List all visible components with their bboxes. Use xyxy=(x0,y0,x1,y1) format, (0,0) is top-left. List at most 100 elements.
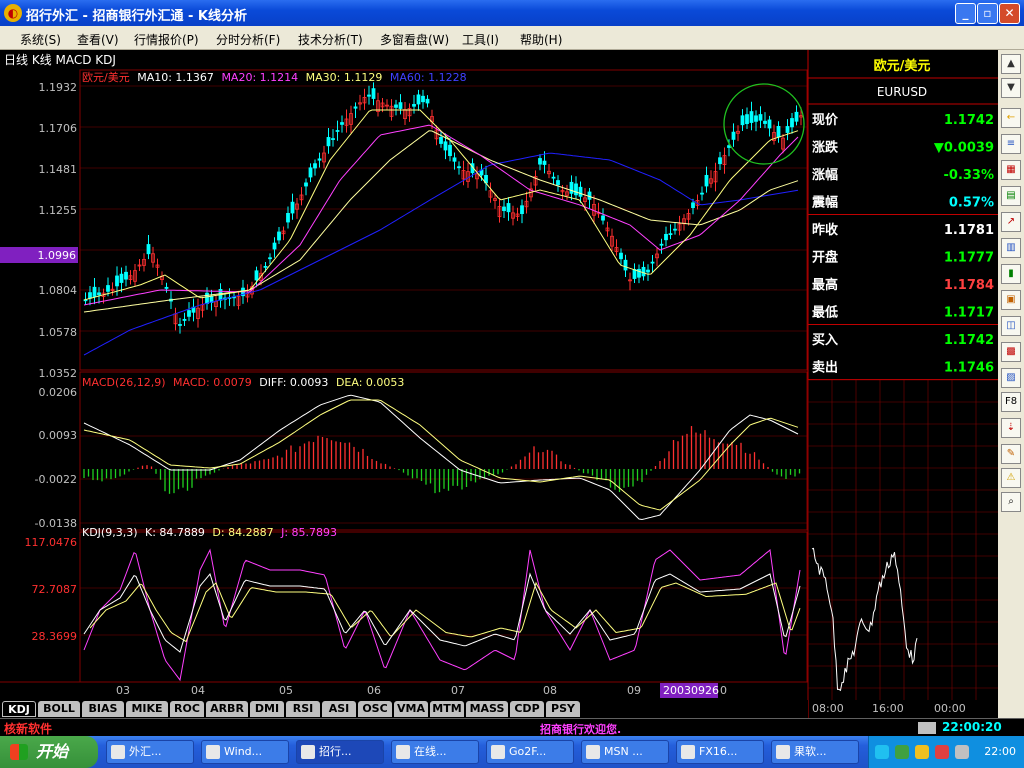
f8-key-icon[interactable]: F8 xyxy=(1001,392,1021,412)
menu-technical[interactable]: 技术分析(T) xyxy=(298,31,363,48)
tray-clock: 22:00 xyxy=(984,745,1016,758)
quote-value: 1.1717 xyxy=(944,306,994,321)
taskbar-item[interactable]: Go2F... xyxy=(486,740,574,764)
menu-tools[interactable]: 工具(I) xyxy=(462,31,499,48)
tab-vma[interactable]: VMA xyxy=(394,701,428,717)
candle-body xyxy=(290,201,295,214)
window-icon[interactable]: ▣ xyxy=(1001,290,1021,310)
candle-body xyxy=(146,244,151,255)
candle-body xyxy=(353,106,358,109)
candle-body xyxy=(619,252,623,260)
quote-value: ▼0.0039 xyxy=(934,141,994,156)
app-icon xyxy=(301,745,315,759)
maximize-button[interactable]: ▫ xyxy=(977,3,998,24)
quote-label: 开盘 xyxy=(812,250,838,266)
indicator-icon[interactable]: ▩ xyxy=(1001,342,1021,362)
taskbar-item[interactable]: Wind... xyxy=(201,740,289,764)
legend-diff: DIFF: 0.0093 xyxy=(259,376,328,389)
candle-body xyxy=(632,269,637,279)
quote-label: 震幅 xyxy=(811,195,838,211)
window-title: 招行外汇 - 招商银行外汇通 - K线分析 xyxy=(26,9,247,24)
report-icon[interactable]: ▤ xyxy=(1001,186,1021,206)
tray-volume-icon[interactable] xyxy=(955,745,969,759)
kline-icon[interactable]: ▥ xyxy=(1001,238,1021,258)
tab-mike[interactable]: MIKE xyxy=(126,701,168,717)
quote-value: 1.1781 xyxy=(944,223,994,238)
candle-body xyxy=(416,94,421,105)
tab-mass[interactable]: MASS xyxy=(466,701,508,717)
taskbar-item[interactable]: MSN ... xyxy=(581,740,669,764)
taskbar-item[interactable]: 果软... xyxy=(771,740,859,764)
quote-value: 1.1746 xyxy=(944,361,994,376)
kline-chart[interactable]: 日线 K线 MACD KDJ 欧元/美元 MA10: 1.1367 MA20: … xyxy=(0,50,998,718)
warning-icon[interactable]: ⚠ xyxy=(1001,468,1021,488)
candle-body xyxy=(668,233,673,236)
back-arrow-icon[interactable]: ← xyxy=(1001,108,1021,128)
quote-label: 涨跌 xyxy=(811,140,839,156)
minimize-button[interactable]: _ xyxy=(955,3,976,24)
layout-icon[interactable]: ◫ xyxy=(1001,316,1021,336)
candle-body xyxy=(254,270,259,281)
app-icon xyxy=(491,745,505,759)
tray-antivirus-icon[interactable] xyxy=(935,745,949,759)
menu-system[interactable]: 系统(S) xyxy=(20,31,61,48)
taskbar-item[interactable]: 在线... xyxy=(391,740,479,764)
line-chart-icon[interactable]: ↗ xyxy=(1001,212,1021,232)
multi-window-icon[interactable]: ▨ xyxy=(1001,368,1021,388)
y-tick: 1.0804 xyxy=(39,284,78,297)
quote-list-icon[interactable]: ≡ xyxy=(1001,134,1021,154)
scroll-up-icon[interactable]: ▲ xyxy=(1001,54,1021,74)
tab-arbr[interactable]: ARBR xyxy=(206,701,248,717)
legend-ma20: MA20: 1.1214 xyxy=(221,71,298,84)
tab-mtm[interactable]: MTM xyxy=(430,701,464,717)
candle-body xyxy=(304,182,308,187)
scroll-down-icon[interactable]: ▼ xyxy=(1001,78,1021,98)
tab-roc[interactable]: ROC xyxy=(170,701,204,717)
menu-view[interactable]: 查看(V) xyxy=(77,31,119,48)
tray-msn-icon[interactable] xyxy=(915,745,929,759)
start-button[interactable]: 开始 xyxy=(0,736,98,768)
tray-arrow-icon[interactable] xyxy=(875,745,889,759)
tab-rsi[interactable]: RSI xyxy=(286,701,320,717)
candle-body xyxy=(412,104,416,107)
y-tick: 1.1932 xyxy=(39,81,78,94)
menu-quotes[interactable]: 行情报价(P) xyxy=(134,31,199,48)
close-button[interactable]: ✕ xyxy=(999,3,1020,24)
tab-asi[interactable]: ASI xyxy=(322,701,356,717)
taskbar-item[interactable]: 招行... xyxy=(296,740,384,764)
tab-bias[interactable]: BIAS xyxy=(82,701,124,717)
tray-network-icon[interactable] xyxy=(895,745,909,759)
candle-body xyxy=(178,324,182,326)
menu-help[interactable]: 帮助(H) xyxy=(520,31,562,48)
candle-body xyxy=(119,273,124,283)
menu-bar: 系统(S) 查看(V) 行情报价(P) 分时分析(F) 技术分析(T) 多窗看盘… xyxy=(0,26,1024,50)
tab-dmi[interactable]: DMI xyxy=(250,701,284,717)
candle-body xyxy=(263,265,268,268)
taskbar-item[interactable]: FX16... xyxy=(676,740,764,764)
tab-osc[interactable]: OSC xyxy=(358,701,392,717)
candle-body xyxy=(556,180,560,186)
menu-multiwindow[interactable]: 多窗看盘(W) xyxy=(380,31,449,48)
legend-macd: MACD: 0.0079 xyxy=(173,376,252,389)
alert-icon[interactable]: ⇣ xyxy=(1001,418,1021,438)
candle-body xyxy=(115,275,119,287)
taskbar-item[interactable]: 外汇... xyxy=(106,740,194,764)
candle-body xyxy=(749,111,754,123)
candle-body xyxy=(340,122,344,125)
tab-cdp[interactable]: CDP xyxy=(510,701,544,717)
tab-psy[interactable]: PSY xyxy=(546,701,580,717)
quote-value: 1.1742 xyxy=(944,113,994,128)
bar-chart-icon[interactable]: ▮ xyxy=(1001,264,1021,284)
menu-intraday[interactable]: 分时分析(F) xyxy=(216,31,280,48)
tab-kdj[interactable]: KDJ xyxy=(2,701,36,717)
zoom-icon[interactable]: ⌕ xyxy=(1001,492,1021,512)
tab-boll[interactable]: BOLL xyxy=(38,701,80,717)
x-tick: 07 xyxy=(451,684,465,697)
candle-body xyxy=(286,212,290,223)
pencil-icon[interactable]: ✎ xyxy=(1001,444,1021,464)
grid-table-icon[interactable]: ▦ xyxy=(1001,160,1021,180)
macd-legend: MACD(26,12,9) MACD: 0.0079 DIFF: 0.0093 … xyxy=(82,376,404,389)
candle-body xyxy=(335,130,340,132)
quote-name: 欧元/美元 xyxy=(874,58,931,74)
candle-body xyxy=(551,176,556,179)
